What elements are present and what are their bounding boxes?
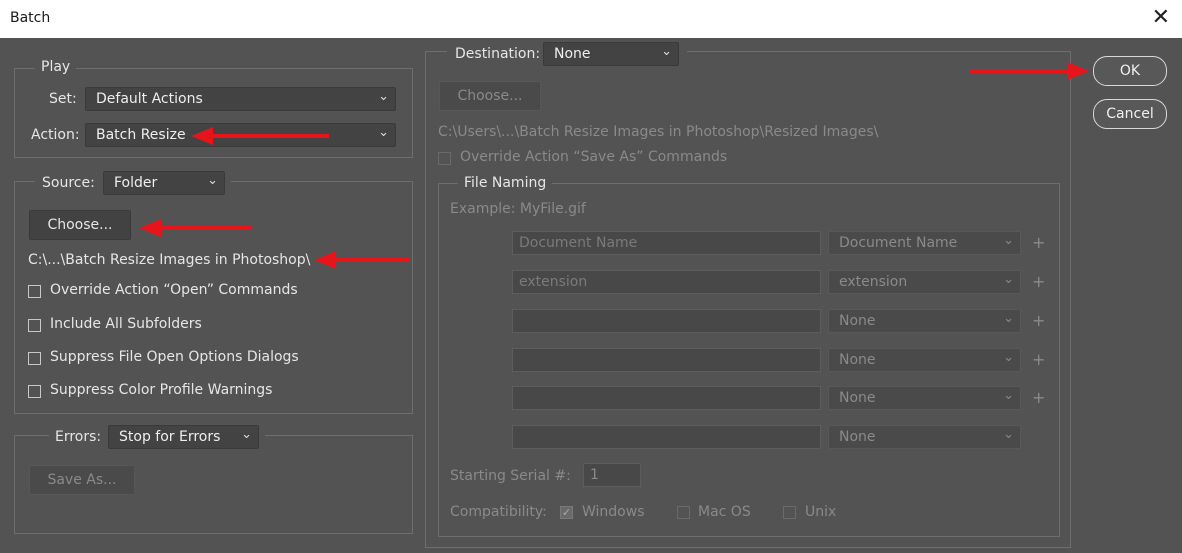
title-bar: Batch ✕: [0, 0, 1182, 38]
suppress-open-dialogs-checkbox[interactable]: [28, 352, 41, 365]
save-as-button[interactable]: Save As...: [29, 465, 135, 495]
destination-label: Destination:: [455, 46, 541, 62]
source-choose-button[interactable]: Choose...: [29, 210, 131, 240]
chevron-down-icon: ⌄: [1003, 233, 1014, 248]
suppress-color-warnings-checkbox[interactable]: [28, 385, 41, 398]
override-save-as-checkbox[interactable]: [438, 152, 451, 165]
compat-unix-label: Unix: [805, 504, 837, 520]
naming-select-3[interactable]: None ⌄: [828, 309, 1021, 333]
chevron-down-icon: ⌄: [1003, 350, 1014, 365]
checkmark-icon: ✓: [561, 506, 572, 519]
serial-label: Starting Serial #:: [450, 468, 571, 484]
add-row-icon[interactable]: +: [1032, 388, 1045, 407]
annotation-arrow: [969, 62, 1089, 80]
add-row-icon[interactable]: +: [1032, 350, 1045, 369]
compat-unix-checkbox[interactable]: [783, 506, 796, 519]
naming-field-2[interactable]: extension: [512, 270, 821, 294]
chevron-down-icon: ⌄: [1003, 427, 1014, 442]
dialog-body: Play Set: Default Actions ⌄ Action: Batc…: [1, 38, 1181, 552]
cancel-button[interactable]: Cancel: [1093, 99, 1167, 129]
naming-field-2-value: extension: [519, 274, 588, 290]
annotation-arrow: [191, 127, 329, 145]
add-row-icon[interactable]: +: [1032, 311, 1045, 330]
chevron-down-icon: ⌄: [1003, 272, 1014, 287]
naming-select-5[interactable]: None ⌄: [828, 386, 1021, 410]
destination-path: C:\Users\...\Batch Resize Images in Phot…: [438, 124, 879, 140]
suppress-color-warnings-label: Suppress Color Profile Warnings: [50, 382, 273, 398]
chevron-down-icon: ⌄: [1003, 388, 1014, 403]
source-label: Source:: [42, 175, 95, 191]
include-subfolders-checkbox[interactable]: [28, 319, 41, 332]
window-title: Batch: [10, 10, 51, 26]
naming-select-2-value: extension: [839, 274, 908, 290]
naming-field-3[interactable]: [512, 309, 821, 333]
include-subfolders-label: Include All Subfolders: [50, 316, 202, 332]
naming-select-4-value: None: [839, 352, 876, 368]
chevron-down-icon: ⌄: [378, 125, 389, 140]
ok-button[interactable]: OK: [1093, 56, 1167, 86]
destination-value: None: [554, 46, 591, 62]
chevron-down-icon: ⌄: [661, 44, 672, 59]
annotation-arrow: [139, 219, 251, 237]
file-naming-legend: File Naming: [458, 175, 553, 191]
errors-value: Stop for Errors: [119, 429, 221, 445]
source-path: C:\...\Batch Resize Images in Photoshop\: [28, 252, 311, 268]
destination-select[interactable]: None ⌄: [543, 42, 679, 66]
compat-macos-checkbox[interactable]: [677, 506, 690, 519]
serial-value: 1: [590, 467, 599, 483]
naming-field-4[interactable]: [512, 348, 821, 372]
override-open-label: Override Action “Open” Commands: [50, 282, 298, 298]
set-select[interactable]: Default Actions ⌄: [85, 87, 396, 111]
action-value: Batch Resize: [96, 127, 186, 143]
naming-select-4[interactable]: None ⌄: [828, 348, 1021, 372]
chevron-down-icon: ⌄: [207, 173, 218, 188]
add-row-icon[interactable]: +: [1032, 233, 1045, 252]
compat-windows-label: Windows: [582, 504, 645, 520]
chevron-down-icon: ⌄: [378, 89, 389, 104]
naming-select-6[interactable]: None ⌄: [828, 425, 1021, 449]
override-save-as-label: Override Action “Save As” Commands: [460, 149, 728, 165]
add-row-icon[interactable]: +: [1032, 272, 1045, 291]
serial-input[interactable]: 1: [583, 463, 641, 487]
errors-label: Errors:: [55, 429, 102, 445]
destination-choose-button[interactable]: Choose...: [439, 81, 541, 111]
file-naming-example: Example: MyFile.gif: [450, 201, 586, 217]
compat-label: Compatibility:: [450, 504, 547, 520]
naming-select-3-value: None: [839, 313, 876, 329]
close-icon[interactable]: ✕: [1152, 5, 1170, 31]
source-select[interactable]: Folder ⌄: [103, 171, 225, 195]
set-label: Set:: [49, 91, 77, 107]
compat-macos-label: Mac OS: [698, 504, 751, 520]
source-value: Folder: [114, 175, 158, 191]
annotation-arrow: [314, 251, 410, 269]
suppress-open-dialogs-label: Suppress File Open Options Dialogs: [50, 349, 299, 365]
override-open-checkbox[interactable]: [28, 285, 41, 298]
naming-field-5[interactable]: [512, 386, 821, 410]
naming-select-6-value: None: [839, 429, 876, 445]
action-label: Action:: [31, 127, 80, 143]
naming-field-1[interactable]: Document Name: [512, 231, 821, 255]
chevron-down-icon: ⌄: [1003, 311, 1014, 326]
set-value: Default Actions: [96, 91, 203, 107]
errors-select[interactable]: Stop for Errors ⌄: [108, 425, 259, 449]
chevron-down-icon: ⌄: [241, 427, 252, 442]
naming-select-2[interactable]: extension ⌄: [828, 270, 1021, 294]
naming-field-6[interactable]: [512, 425, 821, 449]
naming-select-5-value: None: [839, 390, 876, 406]
naming-field-1-value: Document Name: [519, 235, 638, 251]
compat-windows-checkbox[interactable]: ✓: [560, 506, 573, 519]
play-legend: Play: [35, 59, 77, 75]
naming-select-1[interactable]: Document Name ⌄: [828, 231, 1021, 255]
naming-select-1-value: Document Name: [839, 235, 958, 251]
